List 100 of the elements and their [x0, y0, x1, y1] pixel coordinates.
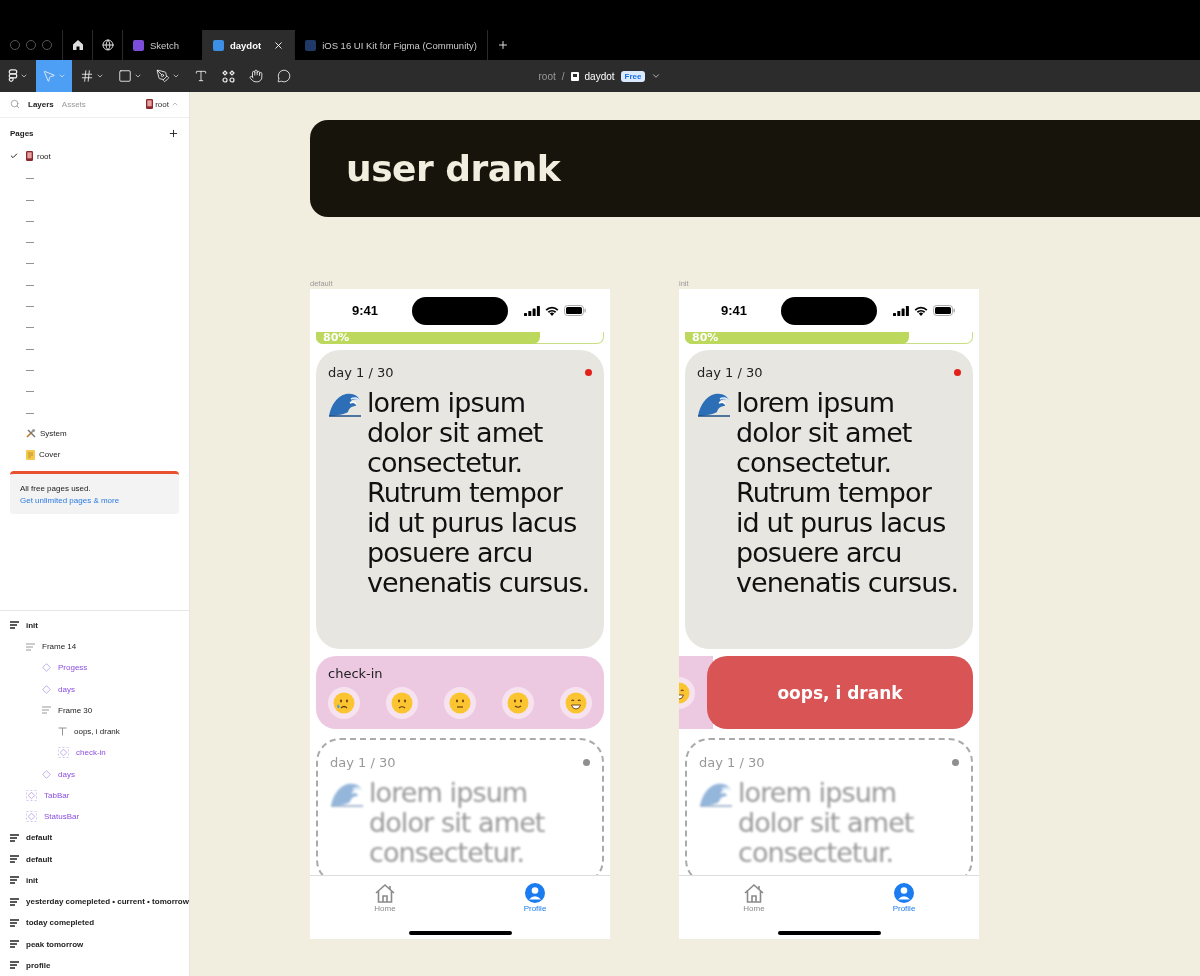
- page-item[interactable]: —: [0, 380, 189, 402]
- instance-icon: [26, 811, 37, 823]
- grin-face-icon: [565, 692, 587, 714]
- page-item[interactable]: —: [0, 273, 189, 295]
- layer-item[interactable]: default: [0, 848, 189, 870]
- auto-layout-icon: [26, 642, 35, 651]
- resources-icon: [222, 69, 235, 83]
- text-icon: [58, 727, 67, 737]
- home-icon[interactable]: [71, 39, 84, 51]
- diamond-icon: [42, 663, 51, 673]
- frame-icon: [80, 69, 94, 83]
- page-item[interactable]: —: [0, 252, 189, 274]
- plan-badge: Free: [620, 70, 646, 82]
- day-counter: day 1 / 30: [697, 364, 763, 380]
- auto-layout-icon: [10, 876, 19, 885]
- mood-button[interactable]: [560, 687, 592, 719]
- page-item[interactable]: —: [0, 209, 189, 231]
- breadcrumb-separator: /: [561, 70, 565, 82]
- page-item[interactable]: —: [0, 167, 189, 189]
- tools-icon: [26, 428, 36, 439]
- title-banner: user drank: [310, 120, 1200, 217]
- signal-icon: [893, 305, 909, 316]
- wifi-icon: [545, 305, 559, 316]
- figma-logo-icon: [8, 69, 18, 83]
- oops-button[interactable]: oops, i drank: [707, 656, 973, 729]
- page-item[interactable]: —: [0, 401, 189, 423]
- tab-bar-item[interactable]: Profile: [829, 876, 979, 920]
- page-item[interactable]: root: [0, 145, 189, 168]
- text-icon: [194, 69, 208, 83]
- tab-bar-item[interactable]: Profile: [460, 876, 610, 920]
- pointer-icon: [42, 69, 56, 83]
- auto-layout-icon: [10, 940, 19, 949]
- day-text: lorem ipsum dolor sit amet consectetur. Rutrum tempor id ut purus lacus posuere arcu venenatis cursus.: [367, 388, 591, 598]
- auto-layout-icon: [10, 918, 19, 927]
- tab-bar-item[interactable]: Home: [310, 876, 460, 920]
- auto-layout-icon: [10, 897, 19, 906]
- rectangle-icon: [118, 69, 132, 83]
- layer-item[interactable]: init: [0, 614, 189, 636]
- layer-item[interactable]: profile: [0, 954, 189, 976]
- day-text: lorem ipsum dolor sit amet consectetur. Rutrum tempor id ut purus lacus posuere arcu venenatis cursus.: [736, 388, 960, 598]
- smile-face-icon: [507, 692, 529, 714]
- page-item[interactable]: System: [0, 422, 189, 444]
- file-tab[interactable]: daydot: [203, 30, 296, 60]
- layer-item[interactable]: check-in: [48, 742, 189, 764]
- house-icon: [374, 883, 396, 903]
- page-item[interactable]: —: [0, 337, 189, 359]
- layer-item[interactable]: Frame 30: [32, 699, 189, 721]
- day-counter: day 1 / 30: [330, 754, 396, 770]
- layer-item[interactable]: Progess: [32, 657, 189, 679]
- globe-icon[interactable]: [101, 39, 114, 51]
- layer-item[interactable]: today comepleted: [0, 912, 189, 934]
- crying-face-icon: [333, 692, 355, 714]
- tab-bar-item[interactable]: Home: [679, 876, 829, 920]
- wave-icon: [330, 781, 364, 807]
- diamond-icon: [42, 684, 51, 694]
- status-time: 9:41: [721, 303, 747, 318]
- profile-icon: [525, 883, 545, 903]
- layer-item[interactable]: default: [0, 827, 189, 849]
- frown-face-icon: [391, 692, 413, 714]
- signal-icon: [524, 305, 540, 316]
- layer-item[interactable]: TabBar: [16, 784, 189, 806]
- page-item[interactable]: —: [0, 358, 189, 381]
- day-counter: day 1 / 30: [699, 754, 765, 770]
- check-in-label: check-in: [328, 666, 384, 681]
- layer-item[interactable]: init: [0, 869, 189, 891]
- file-name[interactable]: daydot: [584, 70, 615, 82]
- upgrade-link[interactable]: Get unlimited pages & more: [20, 496, 169, 506]
- caret-icon[interactable]: [651, 71, 662, 81]
- day-text: lorem ipsum dolor sit amet consectetur.: [738, 778, 915, 868]
- page-item[interactable]: —: [0, 188, 189, 210]
- wifi-icon: [914, 305, 928, 316]
- new-tab-icon[interactable]: [496, 39, 509, 51]
- layer-item[interactable]: peak tomorrow: [0, 933, 189, 955]
- instance-icon: [26, 789, 37, 801]
- page-item[interactable]: —: [0, 294, 189, 317]
- layer-item[interactable]: days: [32, 678, 189, 700]
- layer-item[interactable]: Frame 14: [16, 636, 189, 658]
- note-icon: [26, 449, 35, 460]
- close-icon[interactable]: [273, 39, 285, 51]
- breadcrumb-link[interactable]: root: [538, 70, 556, 82]
- instance-icon: [58, 747, 69, 759]
- page-item[interactable]: —: [0, 316, 189, 338]
- wave-icon: [697, 391, 731, 417]
- auto-layout-icon: [10, 621, 19, 630]
- page-item[interactable]: —: [0, 231, 189, 253]
- layer-item[interactable]: yesterday comepleted • current • tomorrow: [0, 891, 189, 913]
- panel-tab[interactable]: Layers: [28, 99, 54, 109]
- page-switcher[interactable]: root: [155, 99, 169, 109]
- auto-layout-icon: [42, 706, 51, 715]
- layer-item[interactable]: oops, i drank: [48, 721, 189, 743]
- day-counter: day 1 / 30: [328, 364, 394, 380]
- profile-icon: [894, 883, 914, 903]
- battery-icon: [564, 305, 586, 316]
- phone-icon: [146, 99, 154, 110]
- page-item[interactable]: Cover: [0, 443, 189, 466]
- progress-label: 80%: [323, 332, 350, 344]
- layer-item[interactable]: days: [32, 763, 189, 785]
- neutral-face-icon: [449, 692, 471, 714]
- layer-item[interactable]: StatusBar: [16, 806, 189, 828]
- add-icon[interactable]: [168, 128, 179, 140]
